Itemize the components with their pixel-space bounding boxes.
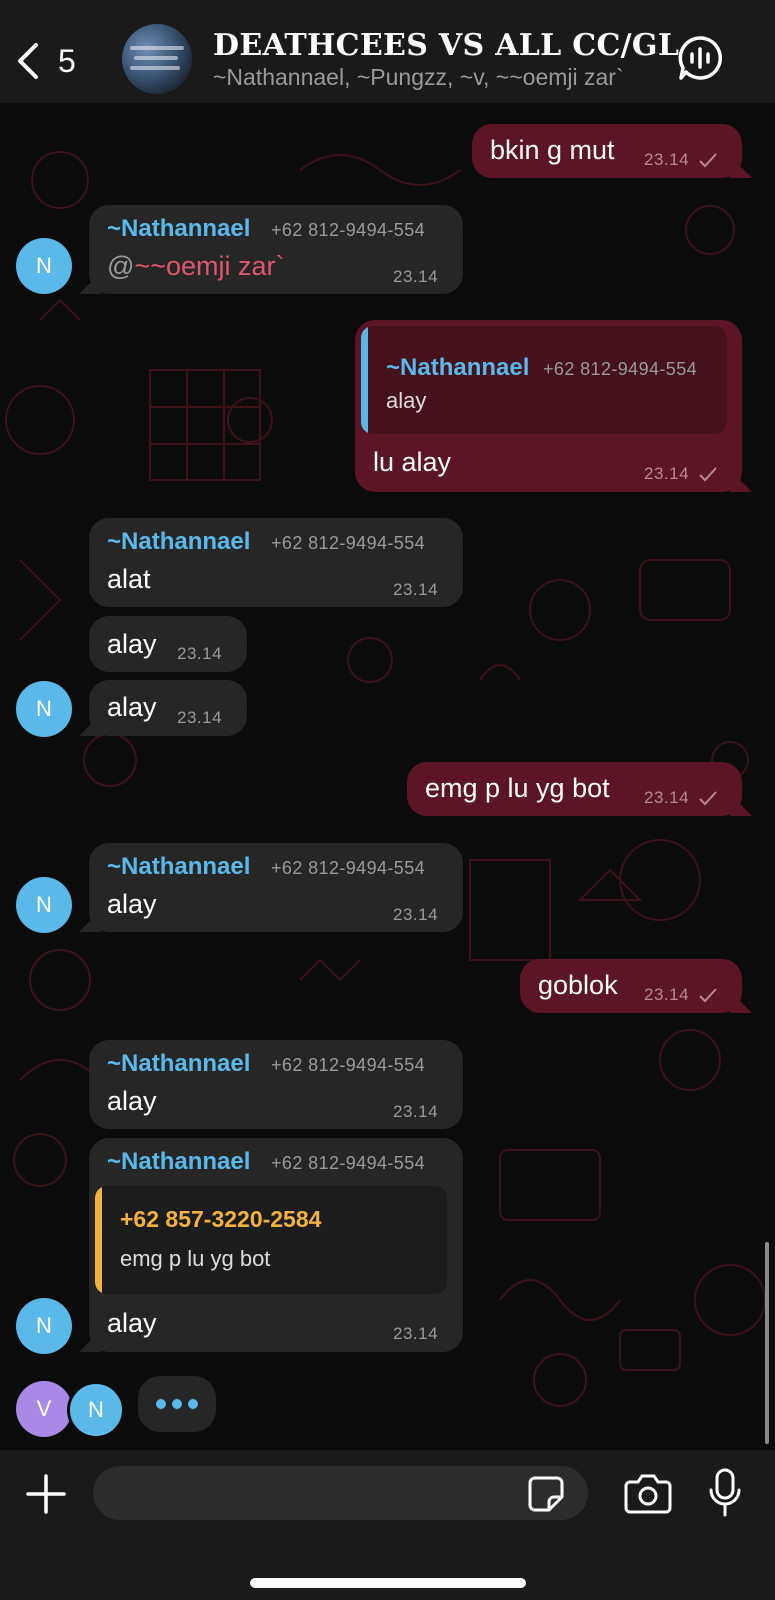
sender-phone: +62 812-9494-554	[271, 1055, 426, 1075]
quote-sender: +62 857-3220-2584	[120, 1206, 322, 1232]
scrollbar[interactable]	[765, 1242, 769, 1444]
message-time: 23.14	[177, 644, 223, 663]
typing-avatar[interactable]: V	[16, 1381, 72, 1437]
message-text: alat	[107, 564, 151, 594]
message-bubble-outgoing[interactable]: goblok 23.14	[520, 959, 742, 1013]
message-time: 23.14	[177, 708, 223, 727]
message-time: 23.14	[644, 150, 690, 169]
message-bubble-incoming[interactable]: ~Nathannael +62 812-9494-554 +62 857-322…	[89, 1138, 463, 1352]
home-indicator	[250, 1578, 526, 1588]
checkmark-icon	[699, 791, 717, 806]
typing-dot	[172, 1399, 182, 1409]
typing-avatar[interactable]: N	[67, 1381, 125, 1439]
message-text: alay	[107, 692, 157, 722]
avatar[interactable]: N	[16, 1298, 72, 1354]
message-input[interactable]	[93, 1466, 588, 1520]
quote-bar	[95, 1186, 102, 1294]
sender-name[interactable]: ~Nathannael	[107, 853, 250, 881]
checkmark-icon	[699, 988, 717, 1003]
message-time: 23.14	[644, 464, 690, 483]
camera-icon[interactable]	[624, 1472, 672, 1514]
message-time: 23.14	[393, 905, 439, 924]
message-text: alay	[107, 1308, 157, 1338]
message-bubble-outgoing[interactable]: ~Nathannael +62 812-9494-554 alay lu ala…	[355, 320, 742, 492]
message-text: alay	[107, 889, 157, 919]
message-bubble-outgoing[interactable]: bkin g mut 23.14	[472, 124, 742, 178]
chevron-left-icon	[18, 43, 38, 79]
back-button[interactable]: 5	[14, 36, 84, 86]
quote-phone: +62 812-9494-554	[543, 359, 698, 379]
message-time: 23.14	[393, 1324, 439, 1343]
sender-name[interactable]: ~Nathannael	[107, 1148, 250, 1176]
sender-phone: +62 812-9494-554	[271, 220, 426, 240]
message-time: 23.14	[644, 788, 690, 807]
message-bubble-incoming[interactable]: alay 23.14	[89, 616, 247, 672]
checkmark-icon	[699, 467, 717, 482]
message-bubble-incoming[interactable]: ~Nathannael +62 812-9494-554 alay 23.14	[89, 843, 463, 932]
typing-dot	[156, 1399, 166, 1409]
voice-call-icon[interactable]	[676, 34, 724, 82]
message-bubble-incoming[interactable]: ~Nathannael +62 812-9494-554 alat 23.14	[89, 518, 463, 607]
plus-icon[interactable]	[24, 1472, 68, 1516]
sender-name[interactable]: ~Nathannael	[107, 1050, 250, 1078]
message-bubble-incoming[interactable]: alay 23.14	[89, 680, 247, 736]
group-avatar-image[interactable]	[122, 24, 192, 94]
group-members[interactable]: ~Nathannael, ~Pungzz, ~v, ~~oemji zar`	[213, 64, 653, 91]
sender-name[interactable]: ~Nathannael	[107, 528, 250, 556]
sender-phone: +62 812-9494-554	[271, 533, 426, 553]
avatar[interactable]: N	[16, 681, 72, 737]
avatar[interactable]: N	[16, 877, 72, 933]
sender-phone: +62 812-9494-554	[271, 1153, 426, 1173]
chat-header: 5 DEATHCEES VS ALL CC/GL ~Nathannael, ~P…	[0, 0, 775, 103]
message-time: 23.14	[644, 985, 690, 1004]
reply-quote[interactable]: +62 857-3220-2584 emg p lu yg bot	[95, 1186, 447, 1294]
unread-count: 5	[58, 42, 76, 79]
typing-indicator	[138, 1376, 216, 1432]
message-bubble-outgoing[interactable]: emg p lu yg bot 23.14	[407, 762, 742, 816]
message-text: goblok	[538, 970, 618, 1000]
quote-bar	[361, 326, 368, 434]
checkmark-icon	[699, 153, 717, 168]
quote-sender: ~Nathannael	[386, 354, 530, 381]
mention-symbol: @	[107, 251, 135, 281]
compose-bar	[0, 1450, 775, 1600]
message-text: lu alay	[373, 447, 452, 477]
sticker-icon[interactable]	[527, 1475, 565, 1513]
message-text: alay	[107, 1086, 157, 1116]
message-text: emg p lu yg bot	[425, 773, 610, 803]
group-title[interactable]: DEATHCEES VS ALL CC/GL	[213, 28, 679, 63]
quote-text: emg p lu yg bot	[120, 1246, 271, 1271]
sender-name[interactable]: ~Nathannael	[107, 215, 250, 243]
microphone-icon[interactable]	[708, 1468, 742, 1518]
message-time: 23.14	[393, 580, 439, 599]
message-time: 23.14	[393, 267, 439, 286]
message-time: 23.14	[393, 1102, 439, 1121]
reply-quote[interactable]: ~Nathannael +62 812-9494-554 alay	[361, 326, 727, 434]
mention-link[interactable]: ~~oemji zar`	[134, 251, 284, 281]
message-text: alay	[107, 629, 157, 659]
message-bubble-incoming[interactable]: ~Nathannael +62 812-9494-554 @~~oemji za…	[89, 205, 463, 294]
sender-phone: +62 812-9494-554	[271, 858, 426, 878]
message-bubble-incoming[interactable]: ~Nathannael +62 812-9494-554 alay 23.14	[89, 1040, 463, 1129]
avatar[interactable]: N	[16, 238, 72, 294]
message-text: @~~oemji zar`	[107, 251, 284, 282]
message-text: bkin g mut	[490, 135, 615, 165]
quote-text: alay	[386, 388, 427, 413]
typing-dot	[188, 1399, 198, 1409]
